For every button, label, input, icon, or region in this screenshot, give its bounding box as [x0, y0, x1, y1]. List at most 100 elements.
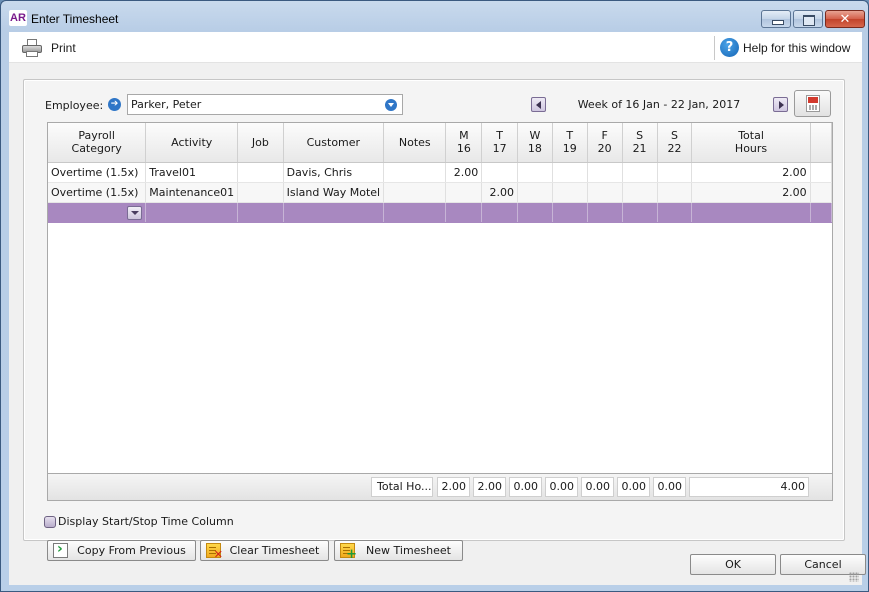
printer-icon	[21, 38, 43, 58]
totals-bar: Total Ho... 2.00 2.00 0.00 0.00 0.00 0.0…	[47, 474, 833, 501]
close-button[interactable]: ✕	[825, 10, 865, 28]
total-sat: 0.00	[617, 477, 650, 497]
help-icon: ?	[720, 38, 739, 57]
cell-thu[interactable]	[552, 162, 588, 183]
cell-notes[interactable]	[383, 202, 447, 223]
col-sun[interactable]: S 22	[657, 123, 693, 163]
copy-from-previous-button[interactable]: Copy From Previous	[47, 540, 196, 561]
total-wed: 0.00	[509, 477, 542, 497]
previous-week-button[interactable]	[531, 97, 546, 112]
new-entry-row[interactable]	[48, 202, 832, 223]
minimize-button[interactable]	[761, 10, 791, 28]
col-total-hours[interactable]: Total Hours	[691, 123, 811, 163]
print-label: Print	[51, 41, 76, 55]
resize-grip[interactable]	[849, 572, 859, 582]
totals-label: Total Ho...	[371, 477, 433, 497]
col-job[interactable]: Job	[237, 123, 284, 163]
cell-thu[interactable]	[552, 182, 588, 203]
next-week-button[interactable]	[773, 97, 788, 112]
cell-sun[interactable]	[657, 182, 693, 203]
cell-spacer	[810, 182, 832, 203]
col-fri[interactable]: F 20	[587, 123, 623, 163]
chevron-down-icon[interactable]	[127, 206, 143, 220]
cell-category[interactable]: Overtime (1.5x)	[48, 162, 147, 183]
total-thu: 0.00	[545, 477, 578, 497]
cell-tue[interactable]	[481, 162, 518, 183]
col-payroll-category[interactable]: Payroll Category	[48, 123, 147, 163]
cell-thu[interactable]	[552, 202, 588, 223]
cell-sun[interactable]	[657, 162, 693, 183]
cell-tue[interactable]	[481, 202, 518, 223]
cell-mon[interactable]: 2.00	[445, 162, 483, 183]
title-bar[interactable]: AR Enter Timesheet ✕	[1, 1, 868, 32]
start-stop-time-checkbox[interactable]: Display Start/Stop Time Column	[44, 515, 234, 528]
cell-mon[interactable]	[445, 182, 483, 203]
table-row[interactable]: Overtime (1.5x) Travel01 Davis, Chris 2.…	[48, 162, 832, 183]
col-thu[interactable]: T 19	[552, 123, 588, 163]
cell-category[interactable]	[48, 202, 147, 223]
cell-notes[interactable]	[383, 162, 447, 183]
clear-timesheet-button[interactable]: ✕ Clear Timesheet	[200, 540, 329, 561]
help-button[interactable]: ? Help for this window	[720, 38, 850, 57]
cell-wed[interactable]	[517, 202, 553, 223]
help-label: Help for this window	[743, 40, 851, 55]
col-customer[interactable]: Customer	[283, 123, 385, 163]
cell-category[interactable]: Overtime (1.5x)	[48, 182, 147, 203]
close-icon: ✕	[839, 12, 851, 27]
cell-total	[691, 202, 811, 223]
cell-fri[interactable]	[587, 202, 623, 223]
table-row[interactable]: Overtime (1.5x) Maintenance01 Island Way…	[48, 182, 832, 203]
cell-notes[interactable]	[383, 182, 447, 203]
ok-button[interactable]: OK	[690, 554, 776, 575]
col-spacer	[810, 123, 832, 163]
cell-job[interactable]	[237, 182, 284, 203]
calendar-button[interactable]	[794, 90, 831, 117]
employee-select[interactable]: Parker, Peter	[127, 94, 403, 115]
header-row: Payroll Category Activity Job Customer No…	[48, 123, 832, 163]
cell-fri[interactable]	[587, 182, 623, 203]
toolbar: Print ? Help for this window	[9, 32, 862, 63]
timesheet-grid: Payroll Category Activity Job Customer No…	[47, 122, 833, 474]
cell-customer[interactable]: Davis, Chris	[283, 162, 385, 183]
ok-label: OK	[725, 558, 741, 571]
col-sat[interactable]: S 21	[622, 123, 658, 163]
cell-total: 2.00	[691, 162, 811, 183]
cell-mon[interactable]	[445, 202, 483, 223]
cell-activity[interactable]: Travel01	[145, 162, 239, 183]
col-tue[interactable]: T 17	[481, 123, 518, 163]
cell-activity[interactable]: Maintenance01	[145, 182, 239, 203]
window-title: Enter Timesheet	[31, 12, 119, 26]
week-label: Week of 16 Jan - 22 Jan, 2017	[577, 98, 741, 111]
cell-activity[interactable]	[145, 202, 239, 223]
enter-timesheet-window: AR Enter Timesheet ✕ Print ? Help for th…	[0, 0, 869, 592]
chevron-down-icon[interactable]	[385, 99, 397, 111]
cell-sat[interactable]	[622, 162, 658, 183]
cell-customer[interactable]: Island Way Motel	[283, 182, 385, 203]
cell-job[interactable]	[237, 162, 284, 183]
new-document-icon: +	[340, 543, 357, 561]
cell-wed[interactable]	[517, 162, 553, 183]
total-mon: 2.00	[437, 477, 470, 497]
cell-wed[interactable]	[517, 182, 553, 203]
cancel-label: Cancel	[804, 558, 842, 571]
cell-sat[interactable]	[622, 182, 658, 203]
cell-fri[interactable]	[587, 162, 623, 183]
cell-job[interactable]	[237, 202, 284, 223]
col-wed[interactable]: W 18	[517, 123, 553, 163]
employee-label: Employee:	[45, 99, 104, 112]
cell-customer[interactable]	[283, 202, 385, 223]
total-hours: 4.00	[689, 477, 809, 497]
new-timesheet-button[interactable]: + New Timesheet	[334, 540, 463, 561]
cell-sat[interactable]	[622, 202, 658, 223]
maximize-button[interactable]	[793, 10, 823, 28]
employee-detail-arrow-icon[interactable]: ➔	[108, 98, 121, 111]
col-notes[interactable]: Notes	[383, 123, 447, 163]
print-button[interactable]: Print	[21, 37, 76, 59]
col-mon[interactable]: M 16	[445, 123, 483, 163]
cell-tue[interactable]: 2.00	[481, 182, 518, 203]
cell-sun[interactable]	[657, 202, 693, 223]
checkbox-box[interactable]	[44, 515, 56, 528]
timesheet-table: Payroll Category Activity Job Customer No…	[48, 123, 832, 223]
col-activity[interactable]: Activity	[145, 123, 239, 163]
cell-total: 2.00	[691, 182, 811, 203]
